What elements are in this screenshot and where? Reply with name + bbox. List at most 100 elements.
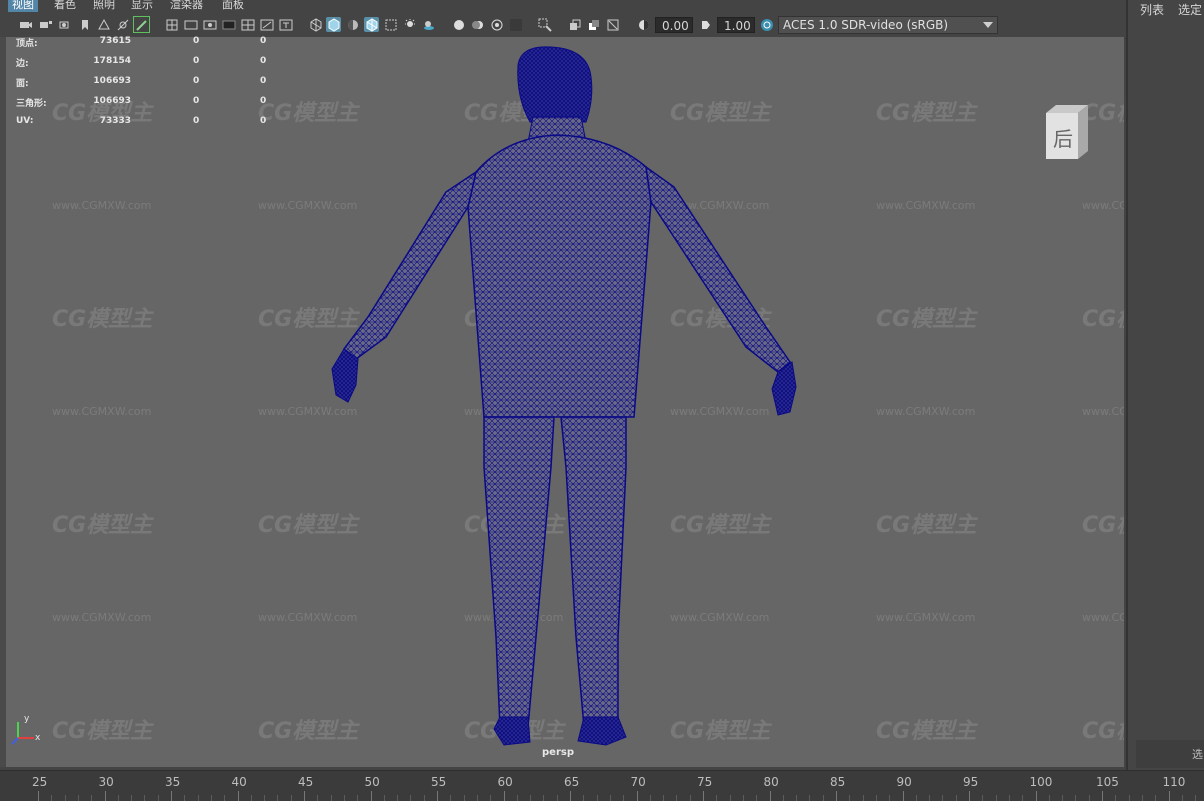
backface-icon[interactable] xyxy=(605,17,620,32)
wireframe-on-shaded-icon[interactable] xyxy=(364,17,379,32)
bookmark-icon[interactable] xyxy=(77,17,92,32)
timeline-minor-tick xyxy=(224,795,226,801)
exposure-field[interactable]: 0.00 xyxy=(655,17,693,33)
jacket-mesh xyxy=(467,134,652,418)
timeline-minor-tick xyxy=(782,795,784,801)
timeline-minor-tick xyxy=(649,795,651,801)
default-material-icon[interactable] xyxy=(345,17,360,32)
timeline-minor-tick xyxy=(596,795,598,801)
timeline-minor-tick xyxy=(982,795,984,801)
timeline-minor-tick xyxy=(1181,795,1183,801)
timeline-minor-tick xyxy=(915,795,917,801)
timeline-tick-label: 90 xyxy=(896,775,912,789)
gate-mask-icon[interactable] xyxy=(221,17,236,32)
color-space-dropdown[interactable]: ACES 1.0 SDR-video (sRGB) xyxy=(778,16,998,34)
timeline-minor-tick xyxy=(423,795,425,801)
grid-icon[interactable] xyxy=(164,17,179,32)
exposure-icon[interactable] xyxy=(636,17,651,32)
timeline-tick-label: 40 xyxy=(231,775,247,789)
screen-space-ao-icon[interactable] xyxy=(451,17,466,32)
hud-value-total: 178154 xyxy=(93,56,131,66)
menu-panels[interactable]: 面板 xyxy=(218,0,248,12)
film-gate-icon[interactable] xyxy=(183,17,198,32)
view-cube[interactable]: 后 xyxy=(1042,103,1090,159)
menu-shading[interactable]: 着色 xyxy=(50,0,80,12)
camera-select-icon[interactable] xyxy=(18,17,33,32)
textures-icon[interactable] xyxy=(567,17,582,32)
left-arm-mesh xyxy=(342,170,478,360)
multisample-aa-icon[interactable] xyxy=(489,17,504,32)
grease-pencil-icon[interactable] xyxy=(133,16,150,33)
xray-icon[interactable] xyxy=(383,17,398,32)
hud-value-selected: 0 xyxy=(193,116,200,126)
timeline-minor-tick xyxy=(809,795,811,801)
timeline-minor-tick xyxy=(490,795,492,801)
gamma-field[interactable]: 1.00 xyxy=(717,17,755,33)
safe-action-icon[interactable] xyxy=(259,17,274,32)
menu-lighting[interactable]: 照明 xyxy=(89,0,119,12)
camera-lock-icon[interactable] xyxy=(38,17,53,32)
hud-value-tri: 0 xyxy=(260,76,267,86)
3d-viewport[interactable]: CG模型主CG模型主CG模型主CG模型主CG模型主CG模型主CG模型主CG模型主… xyxy=(6,37,1124,767)
hud-value-total: 106693 xyxy=(93,76,131,86)
timeline-minor-tick xyxy=(450,795,452,801)
selected-menu[interactable]: 选定 xyxy=(1178,1,1202,18)
list-menu[interactable]: 列表 xyxy=(1140,1,1164,18)
timeline-minor-tick xyxy=(357,795,359,801)
timeline-minor-tick xyxy=(663,795,665,801)
menu-view[interactable]: 视图 xyxy=(8,0,38,12)
hud-value-tri: 0 xyxy=(260,56,267,66)
timeline-tick-label: 55 xyxy=(431,775,447,789)
timeline-minor-tick xyxy=(822,795,824,801)
timeline-minor-tick xyxy=(476,795,478,801)
menu-show[interactable]: 显示 xyxy=(127,0,157,12)
timeline-tick-label: 65 xyxy=(564,775,580,789)
timeline-minor-tick xyxy=(1088,795,1090,801)
axis-y-label: y xyxy=(24,714,30,724)
two-sided-icon[interactable] xyxy=(586,17,601,32)
timeline-minor-tick xyxy=(1141,795,1143,801)
right-shoe-mesh xyxy=(577,716,627,746)
shadows-icon[interactable] xyxy=(421,17,436,32)
use-all-lights-icon[interactable] xyxy=(402,17,417,32)
timeline-tick-label: 95 xyxy=(963,775,979,789)
camera-name-label: persp xyxy=(542,747,574,758)
timeline-minor-tick xyxy=(77,795,79,801)
field-chart-icon[interactable] xyxy=(240,17,255,32)
wireframe-icon[interactable] xyxy=(308,17,323,32)
timeline-minor-tick xyxy=(756,795,758,801)
timeline-minor-tick xyxy=(1008,795,1010,801)
hud-value-selected: 0 xyxy=(193,36,200,46)
outliner-footer-label: 选 xyxy=(1192,748,1203,761)
isolate-select-icon[interactable] xyxy=(537,17,552,32)
timeline-minor-tick xyxy=(875,795,877,801)
timeline-minor-tick xyxy=(742,795,744,801)
timeline-minor-tick xyxy=(729,795,731,801)
timeline-tick-label: 100 xyxy=(1029,775,1053,789)
time-slider[interactable]: 25 30 35 40 45 50 55 60 65 70 75 80 85 90 95 100 105 110 xyxy=(0,770,1204,801)
hair-mesh xyxy=(517,46,593,123)
gamma-icon[interactable] xyxy=(698,17,713,32)
image-plane-icon[interactable] xyxy=(96,17,111,32)
color-space-value: ACES 1.0 SDR-video (sRGB) xyxy=(783,18,949,32)
color-management-icon[interactable] xyxy=(759,17,774,32)
timeline-minor-tick xyxy=(117,795,119,801)
smooth-shade-icon[interactable] xyxy=(326,17,341,32)
2d-pan-zoom-icon[interactable] xyxy=(115,17,130,32)
timeline-minor-tick xyxy=(1128,795,1130,801)
timeline-tick-label: 105 xyxy=(1096,775,1119,789)
timeline-minor-tick xyxy=(397,795,399,801)
character-wireframe-model[interactable] xyxy=(6,37,1124,767)
motion-blur-icon[interactable] xyxy=(470,17,485,32)
timeline-minor-tick xyxy=(889,795,891,801)
timeline-minor-tick xyxy=(623,795,625,801)
resolution-gate-icon[interactable] xyxy=(202,17,217,32)
hud-value-tri: 0 xyxy=(260,96,267,106)
safe-title-icon[interactable] xyxy=(278,17,293,32)
timeline-tick-label: 25 xyxy=(32,775,48,789)
camera-attributes-icon[interactable] xyxy=(57,17,72,32)
menu-renderer[interactable]: 渲染器 xyxy=(166,0,207,12)
timeline-minor-tick xyxy=(383,795,385,801)
hud-value-total: 73615 xyxy=(99,36,131,46)
depth-of-field-icon[interactable] xyxy=(508,17,523,32)
